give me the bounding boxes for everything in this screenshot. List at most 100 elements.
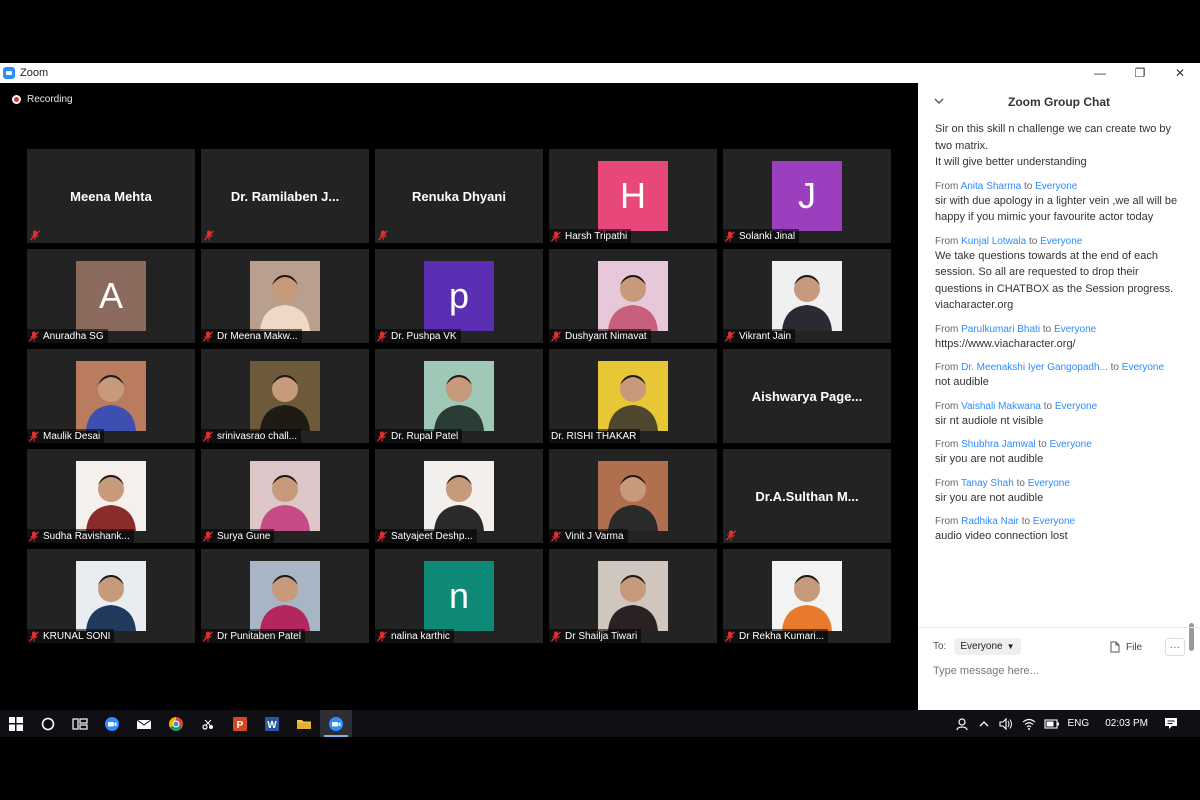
- participant-tile[interactable]: Satyajeet Deshp...: [375, 449, 543, 543]
- participant-tile[interactable]: Renuka Dhyani: [375, 149, 543, 243]
- participant-name-label: KRUNAL SONI: [27, 629, 115, 643]
- chat-message: From Parulkumari Bhati to Everyone https:…: [935, 323, 1185, 353]
- clock[interactable]: 02:03 PM: [1105, 718, 1148, 729]
- participant-photo: [598, 261, 668, 331]
- participant-tile[interactable]: Dr Rekha Kumari...: [723, 549, 891, 643]
- chat-scrollbar[interactable]: [1189, 121, 1194, 666]
- chevron-down-icon[interactable]: [934, 96, 944, 106]
- participant-name: Dr. Pushpa VK: [391, 330, 457, 342]
- participant-name-label: Dr. Rupal Patel: [375, 429, 463, 443]
- participant-tile[interactable]: Dr. RISHI THAKAR: [549, 349, 717, 443]
- recipient-select[interactable]: Everyone ▼: [954, 638, 1021, 655]
- participant-tile[interactable]: Vikrant Jain: [723, 249, 891, 343]
- muted-microphone-icon: [551, 230, 561, 241]
- participant-tile[interactable]: Dr. Rupal Patel: [375, 349, 543, 443]
- search-button[interactable]: [32, 710, 64, 737]
- participant-name-center: Aishwarya Page...: [751, 388, 863, 404]
- taskbar-snip[interactable]: [192, 710, 224, 737]
- minimize-button[interactable]: —: [1080, 63, 1120, 83]
- message-input[interactable]: [933, 665, 1183, 677]
- language-indicator[interactable]: ENG: [1068, 718, 1090, 729]
- chat-sender[interactable]: Anita Sharma: [961, 181, 1022, 192]
- participant-name: Dr Rekha Kumari...: [739, 630, 825, 642]
- participant-tile[interactable]: KRUNAL SONI: [27, 549, 195, 643]
- file-button[interactable]: File: [1110, 641, 1142, 653]
- chat-message-text: We take questions towards at the end of …: [935, 249, 1174, 312]
- recording-indicator[interactable]: Recording: [12, 94, 73, 105]
- participant-tile[interactable]: Aishwarya Page...: [723, 349, 891, 443]
- participant-name-center: Meena Mehta: [70, 188, 152, 204]
- chat-recipient[interactable]: Everyone: [1033, 516, 1075, 527]
- start-button[interactable]: [0, 710, 32, 737]
- chat-recipient[interactable]: Everyone: [1122, 362, 1164, 373]
- from-word: From: [935, 235, 959, 247]
- taskbar-file-explorer[interactable]: [288, 710, 320, 737]
- svg-text:P: P: [237, 720, 244, 731]
- to-label: To:: [933, 641, 947, 652]
- participant-name-center: Renuka Dhyani: [412, 188, 506, 204]
- chat-recipient[interactable]: Everyone: [1055, 401, 1097, 412]
- chat-message-meta: From Vaishali Makwana to Everyone: [935, 400, 1185, 413]
- recording-label: Recording: [27, 94, 73, 105]
- taskbar-zoom-meetings[interactable]: [96, 710, 128, 737]
- muted-microphone-icon: [726, 530, 736, 541]
- participant-tile[interactable]: Sudha Ravishank...: [27, 449, 195, 543]
- participant-tile[interactable]: Dr. Ramilaben J...: [201, 149, 369, 243]
- chat-recipient[interactable]: Everyone: [1035, 181, 1077, 192]
- to-word: to: [1043, 400, 1053, 412]
- chevron-up-icon[interactable]: [978, 719, 990, 729]
- muted-microphone-icon: [551, 630, 561, 641]
- notifications-icon[interactable]: [1164, 717, 1178, 730]
- more-options-button[interactable]: ···: [1165, 638, 1185, 656]
- participant-tile[interactable]: Dr Meena Makw...: [201, 249, 369, 343]
- participant-tile[interactable]: H Harsh Tripathi: [549, 149, 717, 243]
- participant-tile[interactable]: Dr.A.Sulthan M...: [723, 449, 891, 543]
- chat-recipient[interactable]: Everyone: [1050, 439, 1092, 450]
- chat-sender[interactable]: Parulkumari Bhati: [961, 324, 1040, 335]
- participant-name-label: Dr. Pushpa VK: [375, 329, 461, 343]
- participant-tile[interactable]: Dushyant Nimavat: [549, 249, 717, 343]
- participant-tile[interactable]: Maulik Desai: [27, 349, 195, 443]
- task-view-button[interactable]: [64, 710, 96, 737]
- taskbar-mail[interactable]: [128, 710, 160, 737]
- participant-tile[interactable]: A Anuradha SG: [27, 249, 195, 343]
- chat-sender[interactable]: Dr. Meenakshi Iyer Gangopadh...: [961, 362, 1108, 373]
- chat-sender[interactable]: Tanay Shah: [961, 478, 1014, 489]
- video-gallery: Recording Meena Mehta Dr. Ramilaben J... R…: [0, 83, 918, 710]
- taskbar-powerpoint[interactable]: P: [224, 710, 256, 737]
- participant-tile[interactable]: p Dr. Pushpa VK: [375, 249, 543, 343]
- muted-microphone-icon: [30, 230, 40, 241]
- participant-tile[interactable]: Dr Punitaben Patel: [201, 549, 369, 643]
- participant-tile[interactable]: Dr Shailja Tiwari: [549, 549, 717, 643]
- scissors-icon: [202, 719, 213, 730]
- participant-name-label: Satyajeet Deshp...: [375, 529, 477, 543]
- participant-photo: [250, 461, 320, 531]
- wifi-icon[interactable]: [1022, 718, 1036, 730]
- people-icon[interactable]: [955, 717, 970, 731]
- chat-message-text: Sir on this skill n challenge we can cre…: [935, 123, 1172, 168]
- close-button[interactable]: ✕: [1160, 63, 1200, 83]
- taskbar-chrome[interactable]: [160, 710, 192, 737]
- participant-photo: [250, 261, 320, 331]
- chat-divider: [918, 627, 1200, 628]
- participant-tile[interactable]: Meena Mehta: [27, 149, 195, 243]
- participant-tile[interactable]: n nalina karthic: [375, 549, 543, 643]
- chat-sender[interactable]: Radhika Nair: [961, 516, 1019, 527]
- taskbar-word[interactable]: W: [256, 710, 288, 737]
- chat-recipient[interactable]: Everyone: [1054, 324, 1096, 335]
- chat-recipient[interactable]: Everyone: [1028, 478, 1070, 489]
- battery-icon[interactable]: [1043, 718, 1060, 729]
- chat-recipient[interactable]: Everyone: [1040, 236, 1082, 247]
- recipient-value: Everyone: [960, 641, 1003, 652]
- participant-tile[interactable]: J Solanki Jinal: [723, 149, 891, 243]
- chat-sender[interactable]: Kunjal Lotwala: [961, 236, 1026, 247]
- chat-sender[interactable]: Vaishali Makwana: [961, 401, 1041, 412]
- volume-icon[interactable]: [998, 717, 1014, 731]
- maximize-button[interactable]: ❐: [1120, 63, 1160, 83]
- taskbar-zoom-active[interactable]: [320, 710, 352, 737]
- participant-tile[interactable]: Vinit J Varma: [549, 449, 717, 543]
- chat-message: From Kunjal Lotwala to Everyone We take q…: [935, 235, 1185, 314]
- participant-tile[interactable]: srinivasrao chall...: [201, 349, 369, 443]
- chat-sender[interactable]: Shubhra Jamwal: [961, 439, 1035, 450]
- participant-tile[interactable]: Surya Gune: [201, 449, 369, 543]
